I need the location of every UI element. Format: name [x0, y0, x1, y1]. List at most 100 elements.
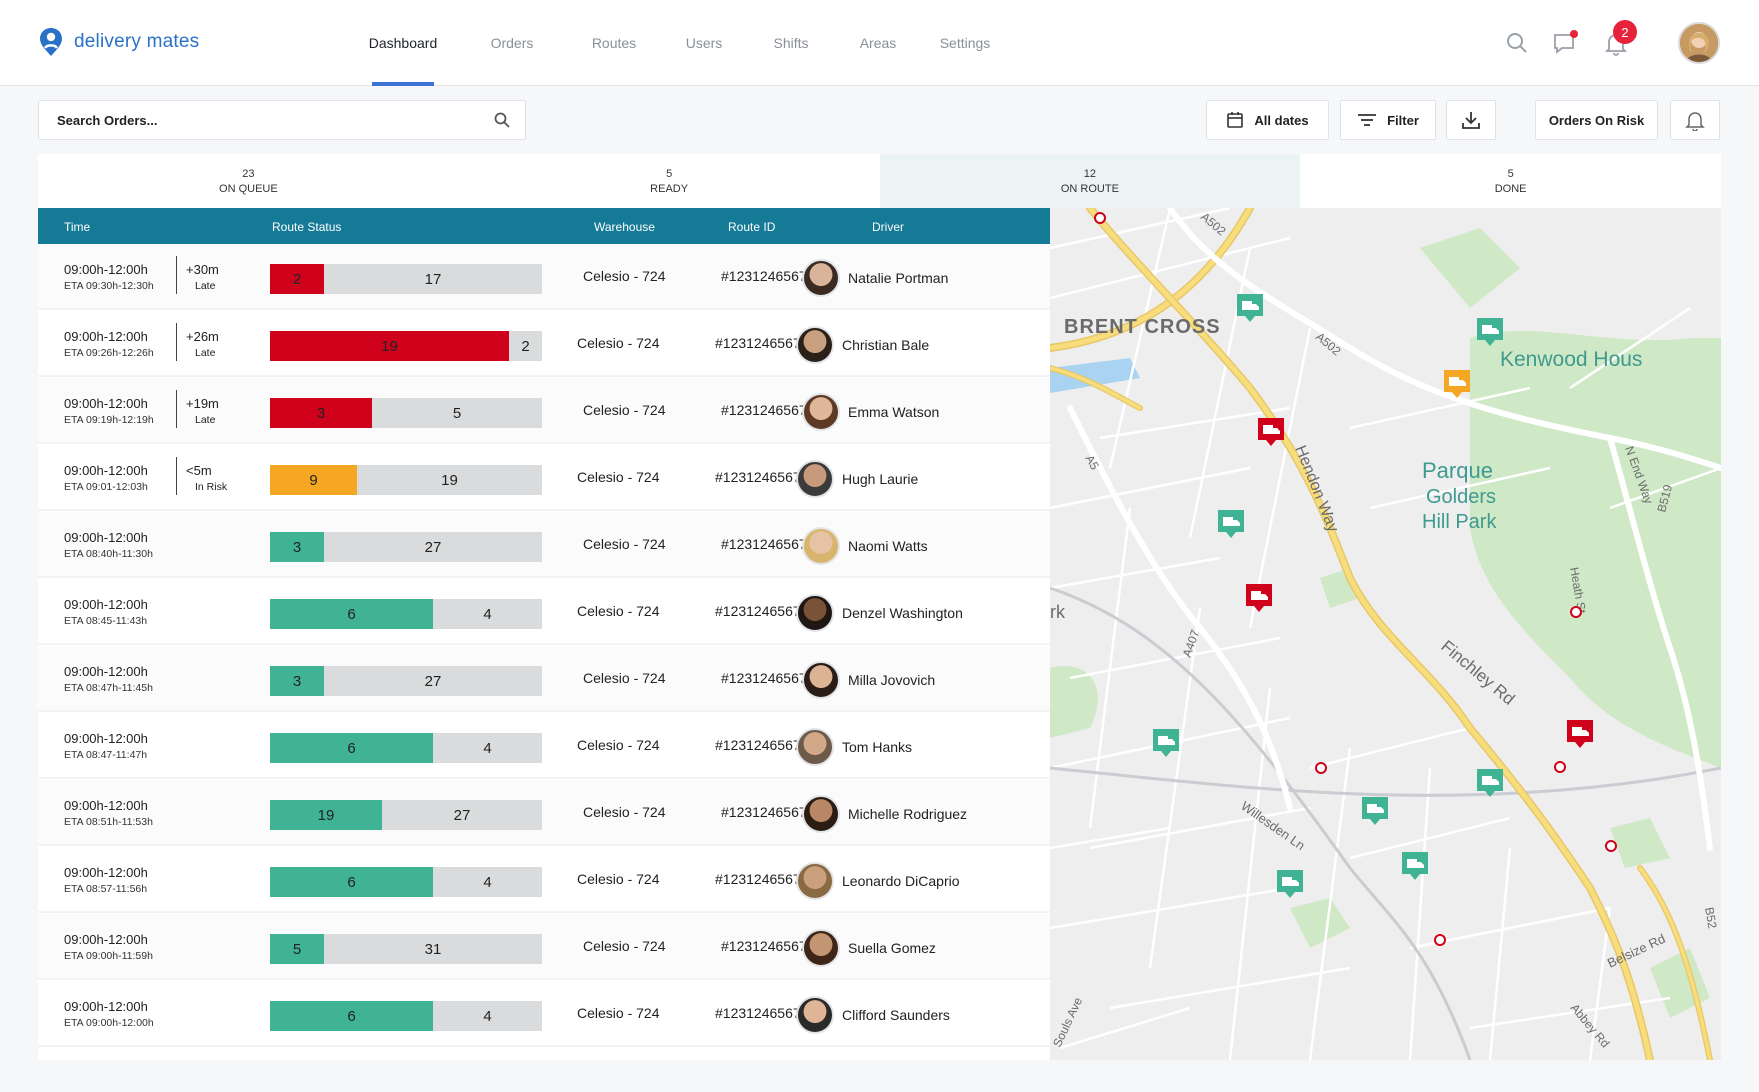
remaining-count: 4 — [483, 874, 492, 891]
tab-on-route[interactable]: 12 ON ROUTE — [879, 154, 1301, 208]
search-icon[interactable] — [1504, 30, 1530, 56]
map-label-parque: Parque — [1422, 458, 1493, 483]
done-count: 5 — [292, 941, 302, 958]
search-orders-field[interactable] — [38, 100, 526, 140]
delay-status: Late — [195, 414, 216, 426]
time-window: 09:00h-12:00h — [64, 597, 148, 612]
driver-name[interactable]: Michelle Rodriguez — [848, 806, 967, 822]
filter-button[interactable]: Filter — [1340, 100, 1436, 140]
route-id[interactable]: #1231246567 — [721, 670, 807, 686]
time-window: 09:00h-12:00h — [64, 731, 148, 746]
column-header-route-status[interactable]: Route Status — [272, 220, 341, 234]
table-row[interactable]: 09:00h-12:00h ETA 09:00h-11:59h 5 31 Celesio… — [38, 914, 1050, 980]
route-status-tabs: 23 ON QUEUE 5 READY 12 ON ROUTE 5 DONE — [38, 154, 1721, 208]
download-button[interactable] — [1446, 100, 1496, 140]
search-icon[interactable] — [493, 111, 511, 129]
driver-name[interactable]: Christian Bale — [842, 337, 929, 353]
driver-name[interactable]: Natalie Portman — [848, 270, 948, 286]
nav-settings[interactable]: Settings — [934, 0, 996, 86]
remaining-count: 17 — [424, 271, 442, 288]
table-row[interactable]: 09:00h-12:00h ETA 08:57-11:56h 6 4 Celesio -… — [38, 847, 1050, 913]
route-id[interactable]: #1231246567 — [721, 804, 807, 820]
routes-map[interactable]: BRENT CROSS Kenwood Hous Parque Golders … — [1050, 208, 1721, 1060]
nav-routes[interactable]: Routes — [586, 0, 642, 86]
remaining-count: 5 — [452, 405, 462, 422]
nav-users[interactable]: Users — [679, 0, 729, 86]
route-id[interactable]: #1231246567 — [715, 737, 801, 753]
route-id[interactable]: #1231246567 — [715, 603, 801, 619]
driver-name[interactable]: Suella Gomez — [848, 940, 936, 956]
column-header-driver[interactable]: Driver — [872, 220, 904, 234]
delay-amount: +26m — [186, 329, 219, 344]
route-id[interactable]: #1231246567 — [721, 536, 807, 552]
top-navigation-bar: delivery mates Dashboard Orders Routes U… — [0, 0, 1759, 86]
remaining-count: 4 — [483, 740, 492, 757]
tab-done[interactable]: 5 DONE — [1300, 154, 1721, 208]
driver-name[interactable]: Denzel Washington — [842, 605, 963, 621]
route-id[interactable]: #1231246567 — [715, 469, 801, 485]
driver-name[interactable]: Hugh Laurie — [842, 471, 918, 487]
nav-areas[interactable]: Areas — [853, 0, 903, 86]
filter-label: Filter — [1387, 112, 1419, 128]
route-progress-bar: 2 17 — [270, 264, 542, 294]
route-progress-bar: 64 — [270, 867, 542, 897]
user-avatar[interactable] — [1678, 22, 1720, 64]
driver-name[interactable]: Milla Jovovich — [848, 672, 935, 688]
delay-status: Late — [195, 280, 216, 292]
search-orders-input[interactable] — [39, 101, 459, 139]
table-row[interactable]: 09:00h-12:00h ETA 08:51h-11:53h 19 27 Celesi… — [38, 780, 1050, 846]
column-header-time[interactable]: Time — [64, 220, 90, 234]
table-row[interactable]: 09:00h-12:00h ETA 09:19h-12:19h +19m Late 3 5… — [38, 378, 1050, 444]
route-progress-bar: 3 27 — [270, 666, 542, 696]
eta-window: ETA 08:45-11:43h — [64, 615, 148, 627]
route-id[interactable]: #1231246567 — [715, 871, 801, 887]
filter-icon — [1358, 114, 1377, 126]
table-row[interactable]: 09:00h-12:00h ETA 09:01-12:03h <5m In Risk 9… — [38, 445, 1050, 511]
brand-logo[interactable]: delivery mates — [38, 27, 199, 57]
tab-ready[interactable]: 5 READY — [459, 154, 880, 208]
table-row[interactable]: 09:00h-12:00h ETA 09:26h-12:26h +26m Late 19… — [38, 311, 1050, 377]
table-row[interactable]: 09:00h-12:00h ETA 08:47h-11:45h 3 27 Celesio… — [38, 646, 1050, 712]
eta-window: ETA 09:00h-12:00h — [64, 1017, 154, 1029]
nav-shifts[interactable]: Shifts — [766, 0, 816, 86]
route-id[interactable]: #1231246567 — [715, 1005, 801, 1021]
driver-name[interactable]: Emma Watson — [848, 404, 939, 420]
delay-amount: <5m — [186, 463, 212, 478]
time-window: 09:00h-12:00h — [64, 932, 148, 947]
table-row[interactable]: 09:00h-12:00h ETA 08:45-11:43h 6 4 Celesio -… — [38, 579, 1050, 645]
nav-dashboard[interactable]: Dashboard — [369, 0, 437, 86]
eta-window: ETA 08:40h-11:30h — [64, 548, 153, 560]
tab-count: 23 — [242, 167, 255, 180]
table-row[interactable]: 09:00h-12:00h ETA 09:30h-12:30h +30m Late 2 1… — [38, 244, 1050, 310]
calendar-icon — [1227, 112, 1244, 128]
driver-name[interactable]: Leonardo DiCaprio — [842, 873, 960, 889]
route-id[interactable]: #1231246567 — [715, 335, 801, 351]
orders-on-risk-button[interactable]: Orders On Risk — [1535, 100, 1658, 140]
routes-table: Time Route Status Warehouse Route ID Dri… — [38, 208, 1050, 1060]
nav-orders[interactable]: Orders — [481, 0, 543, 86]
table-row[interactable]: 09:00h-12:00h ETA 08:47-11:47h 6 4 Celesio -… — [38, 713, 1050, 779]
table-row[interactable]: 09:00h-12:00h ETA 09:00h-12:00h 6 4 Celesio … — [38, 981, 1050, 1047]
column-header-route-id[interactable]: Route ID — [728, 220, 775, 234]
done-count: 6 — [347, 874, 356, 891]
delay-divider — [176, 457, 177, 495]
route-id[interactable]: #1231246567 — [721, 402, 807, 418]
chat-icon[interactable] — [1552, 30, 1578, 56]
tab-on-queue[interactable]: 23 ON QUEUE — [38, 154, 459, 208]
remaining-count: 4 — [483, 606, 492, 623]
route-id[interactable]: #1231246567 — [721, 268, 807, 284]
column-header-warehouse[interactable]: Warehouse — [594, 220, 655, 234]
driver-name[interactable]: Tom Hanks — [842, 739, 912, 755]
driver-name[interactable]: Naomi Watts — [848, 538, 928, 554]
map-label-park-edge: rk — [1050, 602, 1066, 622]
warehouse: Celesio - 724 — [577, 1005, 660, 1021]
alerts-button[interactable] — [1670, 100, 1720, 140]
download-icon — [1462, 112, 1480, 129]
all-dates-button[interactable]: All dates — [1206, 100, 1329, 140]
done-count: 3 — [316, 405, 326, 422]
table-row[interactable]: 09:00h-12:00h ETA 08:40h-11:30h 3 27 Celesio… — [38, 512, 1050, 578]
route-id[interactable]: #1231246567 — [721, 938, 807, 954]
map-canvas[interactable]: BRENT CROSS Kenwood Hous Parque Golders … — [1050, 208, 1721, 1060]
warehouse: Celesio - 724 — [583, 402, 666, 418]
driver-name[interactable]: Clifford Saunders — [842, 1007, 950, 1023]
